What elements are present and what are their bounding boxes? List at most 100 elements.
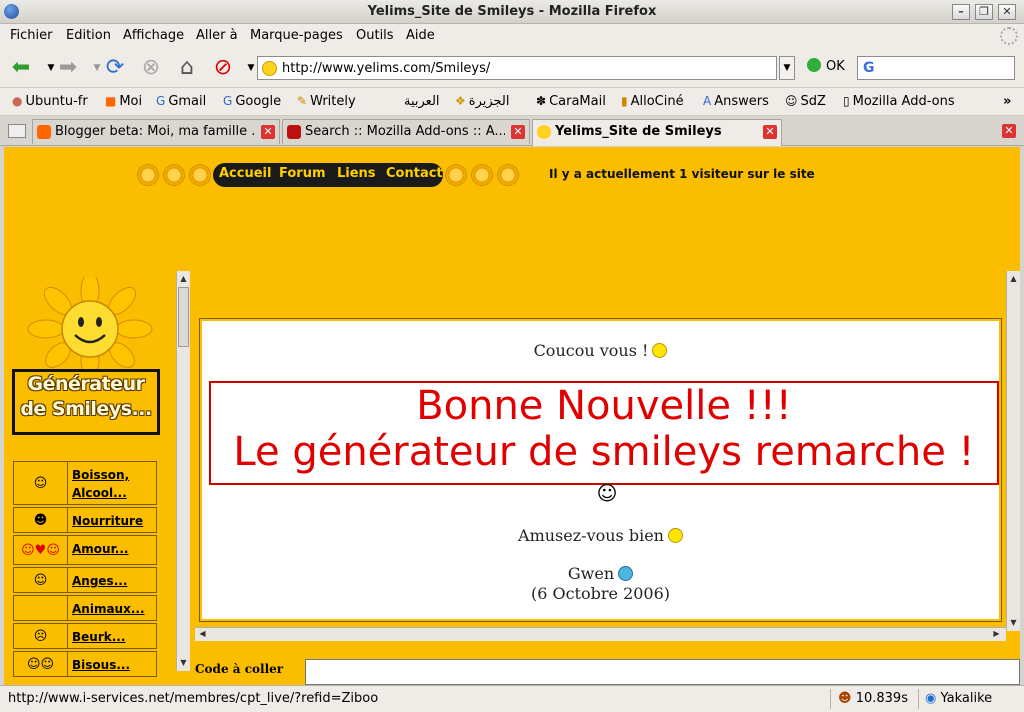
forward-button[interactable]: ➡ (55, 55, 81, 81)
category-item-bisous[interactable]: ☺☺ Bisous... (13, 651, 157, 677)
scroll-down-icon[interactable]: ▼ (1008, 617, 1019, 629)
bookmark-moi[interactable]: ■ Moi (105, 94, 142, 109)
bookmark-sdz[interactable]: ☺ SdZ (785, 94, 826, 109)
minimize-button[interactable]: – (952, 4, 970, 20)
status-separator (830, 689, 831, 709)
tab-blogger[interactable]: Blogger beta: Moi, ma famille ... ✕ (32, 119, 280, 144)
sun-icon (471, 164, 493, 186)
greeting-line: Coucou vous ! (202, 341, 999, 360)
search-engine-indicator[interactable]: ◉ Yakalike (925, 691, 992, 706)
blogger-icon: ■ (105, 94, 117, 108)
bee-smiley-icon (652, 343, 668, 358)
go-button[interactable]: OK (807, 58, 845, 78)
scroll-down-icon[interactable]: ▼ (178, 657, 189, 669)
block-icon[interactable]: ⊘ (210, 55, 236, 81)
category-label[interactable]: Bisous... (72, 656, 154, 674)
scroll-up-icon[interactable]: ▲ (1008, 273, 1019, 285)
bookmark-caramail[interactable]: ✽ CaraMail (536, 94, 606, 109)
bookmark-ubuntu-fr[interactable]: ● Ubuntu-fr (12, 94, 88, 109)
url-dropdown-button[interactable]: ▼ (779, 56, 795, 80)
tab-yelims[interactable]: Yelims_Site de Smileys ✕ (532, 119, 782, 146)
logo-line-1: Générateur (27, 373, 145, 395)
back-button[interactable]: ⬅ (8, 55, 34, 81)
url-input[interactable] (282, 59, 762, 77)
scroll-left-icon[interactable]: ◀ (197, 628, 208, 640)
tab-mozilla-addons[interactable]: Search :: Mozilla Add-ons :: A... ✕ (282, 119, 530, 144)
code-bar: Code à coller (195, 657, 1020, 685)
scroll-up-icon[interactable]: ▲ (178, 273, 189, 285)
bookmark-writely[interactable]: ✎ Writely (297, 94, 356, 109)
bookmark-mozilla-addons[interactable]: ▯ Mozilla Add-ons (843, 94, 955, 109)
category-item-beurk[interactable]: ☹ Beurk... (13, 623, 157, 649)
category-item-anges[interactable]: ☺ Anges... (13, 567, 157, 593)
menu-aide[interactable]: Aide (406, 28, 435, 43)
generator-logo: Générateur de Smileys... (12, 369, 160, 435)
google-search-icon[interactable]: G (863, 60, 875, 76)
menu-outils[interactable]: Outils (356, 28, 394, 43)
enjoy-line: Amusez-vous bien (202, 526, 999, 545)
category-label[interactable]: Beurk... (72, 628, 154, 646)
throbber-icon (1000, 27, 1018, 45)
sun-icon (163, 164, 185, 186)
category-label[interactable]: Animaux... (72, 600, 154, 618)
news-message-box: Coucou vous ! Bonne Nouvelle !!! Le géné… (199, 318, 1002, 622)
menu-aller-a[interactable]: Aller à (196, 28, 238, 43)
visitor-counter: Il y a actuellement 1 visiteur sur le si… (549, 167, 815, 181)
bookmark-allocine[interactable]: ▮ AlloCiné (621, 94, 684, 109)
tab-close-icon[interactable]: ✕ (261, 125, 275, 139)
category-item-amour[interactable]: ☺♥☺ Amour... (13, 535, 157, 565)
bookmark-arabic[interactable]: العربية (404, 94, 440, 109)
close-window-button[interactable]: ✕ (998, 4, 1016, 20)
nav-link-liens[interactable]: Liens (337, 166, 376, 181)
load-time[interactable]: ☻ 10.839s (838, 691, 908, 706)
status-text: http://www.i-services.net/membres/cpt_li… (8, 691, 379, 706)
left-frame-scrollbar[interactable]: ▲ ▼ (176, 271, 190, 671)
paw-icon: ✽ (536, 94, 547, 108)
stop-button[interactable]: ⊗ (138, 55, 164, 81)
nav-link-contact[interactable]: Contact (386, 166, 443, 181)
scroll-thumb[interactable] (178, 287, 189, 347)
menu-edition[interactable]: Edition (66, 28, 111, 43)
more-bookmarks-chevron-icon[interactable]: » (1003, 94, 1011, 109)
menu-fichier[interactable]: Fichier (10, 28, 53, 43)
bookmark-google[interactable]: G Google (223, 94, 281, 109)
category-label[interactable]: Boisson, Alcool... (72, 466, 154, 502)
category-label[interactable]: Amour... (72, 540, 154, 558)
bookmark-answers[interactable]: A Answers (703, 94, 769, 109)
nav-link-forum[interactable]: Forum (279, 166, 326, 181)
sun-icon (137, 164, 159, 186)
category-item-boisson[interactable]: ☺ Boisson, Alcool... (13, 461, 157, 505)
reload-button[interactable]: ⟳ (102, 55, 128, 81)
code-input[interactable] (305, 659, 1020, 685)
tab-close-icon[interactable]: ✕ (763, 125, 777, 139)
bookmark-gmail[interactable]: G Gmail (156, 94, 206, 109)
category-item-animaux[interactable]: Animaux... (13, 595, 157, 621)
maximize-button[interactable]: ❐ (975, 4, 993, 20)
main-frame-vertical-scrollbar[interactable]: ▲ ▼ (1006, 271, 1020, 631)
category-label[interactable]: Anges... (72, 572, 154, 590)
blogger-icon (37, 125, 51, 139)
menu-affichage[interactable]: Affichage (123, 28, 184, 43)
close-tab-icon[interactable]: ✕ (1002, 124, 1016, 138)
search-box[interactable]: G (857, 56, 1015, 80)
new-tab-icon[interactable] (8, 124, 26, 138)
home-button[interactable]: ⌂ (174, 55, 200, 81)
tab-close-icon[interactable]: ✕ (511, 125, 525, 139)
page-icon: ▯ (843, 94, 850, 108)
url-bar[interactable] (257, 56, 777, 80)
scroll-right-icon[interactable]: ▶ (991, 628, 1002, 640)
nav-link-accueil[interactable]: Accueil (219, 166, 271, 181)
left-frame: Générateur de Smileys... ☺ Boisson, Alco… (4, 271, 190, 677)
main-frame-horizontal-scrollbar[interactable]: ◀ ▶ (195, 627, 1006, 641)
mozilla-icon (287, 125, 301, 139)
site-nav-pill: Accueil Forum Liens Contact (213, 163, 443, 187)
status-bar: http://www.i-services.net/membres/cpt_li… (0, 685, 1024, 712)
bookmark-aljazeera[interactable]: ❖ الجزيرة (455, 94, 510, 109)
category-item-nourriture[interactable]: ☻ Nourriture (13, 507, 157, 533)
navigation-toolbar: ⬅ ▼ ➡ ▼ ⟳ ⊗ ⌂ ⊘ ▼ ▼ OK G (0, 48, 1024, 88)
tab-label: Yelims_Site de Smileys (555, 124, 722, 139)
menu-marque-pages[interactable]: Marque-pages (250, 28, 343, 43)
sun-icon (189, 164, 211, 186)
site-favicon-icon (262, 61, 277, 76)
category-label[interactable]: Nourriture (72, 512, 154, 530)
